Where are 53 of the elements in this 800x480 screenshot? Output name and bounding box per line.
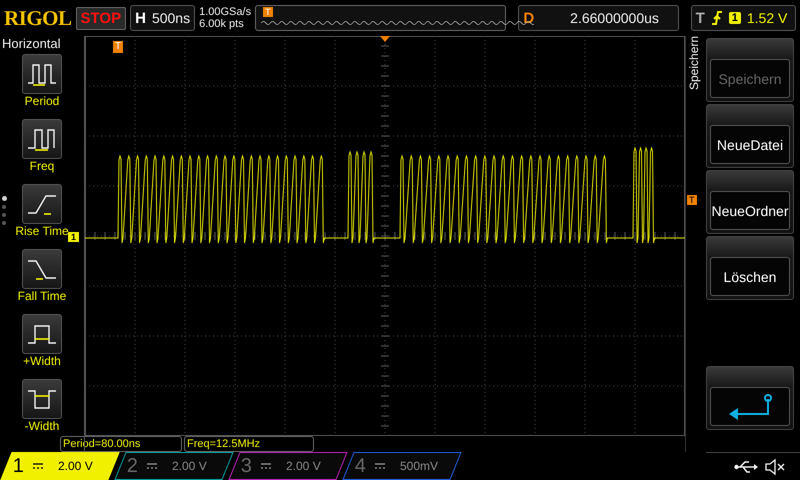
speaker-muted-icon [764, 458, 786, 476]
trigger-panel[interactable]: T 1 1.52 V [690, 5, 796, 31]
dc-coupling-icon [146, 462, 158, 470]
page-dot[interactable] [2, 196, 7, 201]
trigger-level-marker[interactable]: T [687, 195, 696, 205]
trigger-position-marker: T [263, 7, 273, 17]
trigger-label: T [696, 10, 705, 26]
channel-tab[interactable]: 1 2.00 V [0, 452, 120, 480]
timebase-value: 500ns [152, 10, 190, 26]
timebase-panel[interactable]: H 500ns [130, 5, 196, 31]
memory-depth: 6.00k pts [199, 18, 245, 30]
measure-label: Rise Time [15, 224, 69, 238]
center-marker-icon [380, 36, 390, 42]
measure-label: +Width [23, 354, 61, 368]
softkey-button[interactable]: NeueOrdner [706, 170, 794, 234]
channel-tab[interactable]: 3 2.00 V [228, 452, 348, 480]
delay-value: 2.66000000us [570, 10, 659, 26]
run-stop-button[interactable]: STOP [76, 6, 126, 30]
measure-label: -Width [24, 419, 60, 433]
dc-coupling-icon [32, 462, 44, 470]
measurement-readout: Freq=12.5MHz [184, 436, 314, 452]
brand-logo: RIGOL [4, 6, 72, 30]
measure-button[interactable] [22, 54, 62, 94]
channel-tab[interactable]: 2 2.00 V [114, 452, 234, 480]
usb-icon [734, 460, 758, 474]
measure-button[interactable] [22, 184, 62, 224]
rising-edge-icon [710, 10, 723, 26]
measure-button[interactable] [22, 314, 62, 354]
delay-panel[interactable]: D 2.66000000us [518, 5, 679, 31]
sample-rate: 1.00GSa/s [199, 6, 252, 18]
channel-offset-marker[interactable]: 1 [68, 232, 80, 242]
channel-tab[interactable]: 4 500mV [342, 452, 462, 480]
measurement-readout: Period=80.00ns [60, 436, 182, 452]
trigger-level: 1.52 V [746, 10, 788, 26]
measure-button[interactable] [22, 379, 62, 419]
menu-title: Speichern [686, 36, 702, 92]
timebase-label: H [135, 10, 146, 26]
measure-label: Freq [30, 159, 54, 173]
trigger-source-badge: 1 [728, 12, 741, 24]
measure-button[interactable] [22, 119, 62, 159]
menu-title: Horizontal [1, 36, 61, 51]
softkey-button[interactable]: Löschen [706, 236, 794, 300]
measure-label: Fall Time [18, 289, 66, 303]
measure-label: Period [24, 94, 60, 108]
delay-label: D [523, 10, 534, 26]
page-dot[interactable] [2, 205, 6, 209]
dc-coupling-icon [374, 462, 386, 470]
page-dot[interactable] [2, 221, 6, 225]
softkey-button[interactable]: NeueDatei [706, 104, 794, 168]
measure-button[interactable] [22, 249, 62, 289]
softkey-button[interactable] [706, 366, 794, 430]
page-dot[interactable] [2, 213, 6, 217]
dc-coupling-icon [260, 462, 272, 470]
